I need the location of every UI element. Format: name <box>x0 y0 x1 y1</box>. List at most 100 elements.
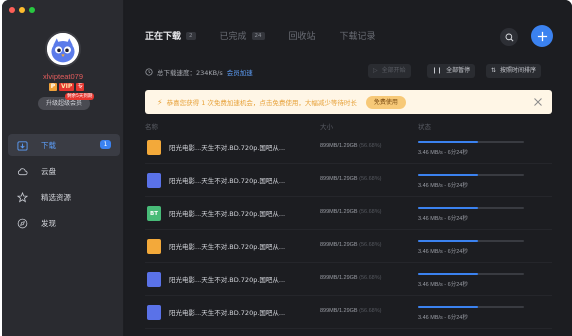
size-text: 899MB/1.29GB <box>320 308 358 314</box>
file-name: 阳光电影...天生不对.BD.720p.国吧从... <box>169 309 286 317</box>
compass-icon <box>17 218 28 229</box>
tab-downloading[interactable]: 正在下载 2 <box>145 29 196 42</box>
progress-fill <box>418 273 479 275</box>
size-text: 899MB/1.29GB <box>320 242 358 248</box>
percent-text: (56.68%) <box>359 176 382 182</box>
zoom-window-button[interactable] <box>29 7 35 13</box>
download-icon <box>17 140 28 151</box>
column-size-header[interactable]: 大小 <box>320 121 333 131</box>
sort-icon: ⇅ <box>491 67 497 74</box>
sidebar-item-label: 云盘 <box>41 166 56 176</box>
vip-badges: P VIP 专 <box>49 83 85 91</box>
download-row[interactable]: 阳光电影...天生不对.BD.720p.国吧从... 899MB/1.29GB (… <box>145 131 552 164</box>
download-row[interactable]: 阳光电影...天生不对.BD.720p.国吧从... 899MB/1.29GB (… <box>145 296 552 329</box>
file-size: 899MB/1.29GB (56.68%) <box>320 275 381 281</box>
progress-bar <box>418 207 524 209</box>
sidebar: xlvipteat079 P VIP 专 升级超级会员 剩余5天到期 下载 1 … <box>2 0 124 336</box>
file-name: 阳光电影...天生不对.BD.720p.国吧从... <box>169 276 286 284</box>
percent-text: (56.68%) <box>359 275 382 281</box>
file-size: 899MB/1.29GB (56.68%) <box>320 242 381 248</box>
sort-button[interactable]: ⇅ 按照时间排序 <box>486 64 542 78</box>
search-button[interactable] <box>500 28 518 46</box>
speed-remaining-text: 3.46 MB/s - 6分24秒 <box>418 282 468 288</box>
progress-fill <box>418 141 479 143</box>
file-name: 阳光电影...天生不对.BD.720p.国吧从... <box>169 210 286 218</box>
progress-fill <box>418 207 479 209</box>
username[interactable]: xlvipteat079 <box>2 72 124 81</box>
close-icon[interactable] <box>533 97 543 107</box>
lightning-icon: ⚡ <box>157 97 163 107</box>
speed-remaining-text: 3.46 MB/s - 6分24秒 <box>418 249 468 255</box>
folder-file-icon <box>147 239 161 254</box>
speed-remaining-text: 3.46 MB/s - 6分24秒 <box>418 150 468 156</box>
sidebar-item-download[interactable]: 下载 1 <box>8 134 120 156</box>
cloud-icon <box>17 166 28 177</box>
progress-bar <box>418 240 524 242</box>
sidebar-item-featured[interactable]: 精选资源 <box>8 186 120 208</box>
pause-icon: ❙❙ <box>432 67 443 74</box>
progress-bar <box>418 141 524 143</box>
minimize-window-button[interactable] <box>19 7 25 13</box>
download-list: 阳光电影...天生不对.BD.720p.国吧从... 899MB/1.29GB (… <box>145 131 552 329</box>
pause-all-button[interactable]: ❙❙ 全部暂停 <box>427 64 476 78</box>
speed-remaining-text: 3.46 MB/s - 6分24秒 <box>418 216 468 222</box>
size-text: 899MB/1.29GB <box>320 143 358 149</box>
sidebar-nav: 下载 1 云盘 精选资源 发现 <box>8 134 120 238</box>
percent-text: (56.68%) <box>359 308 382 314</box>
tab-download-history[interactable]: 下载记录 <box>340 29 376 42</box>
speed-remaining-text: 3.46 MB/s - 6分24秒 <box>418 315 468 321</box>
column-status-header[interactable]: 状态 <box>418 121 431 131</box>
start-all-label: 全部开始 <box>381 67 406 74</box>
vip-accelerate-link[interactable]: 会员加速 <box>227 67 253 77</box>
tab-label: 已完成 <box>219 32 247 42</box>
progress-bar <box>418 306 524 308</box>
download-count-badge: 1 <box>100 140 111 149</box>
video-file-icon <box>147 173 161 188</box>
plus-icon <box>537 31 547 41</box>
file-name: 阳光电影...天生不对.BD.720p.国吧从... <box>169 144 286 152</box>
vip-badge: VIP <box>59 83 75 91</box>
play-icon: ▷ <box>373 67 378 74</box>
promo-notice: ⚡ 恭喜您获得 1 次免费加速机会，点击免费使用，大幅减少等待时长 免费使用 <box>145 90 552 114</box>
special-badge: 专 <box>76 83 85 91</box>
column-name-header[interactable]: 名称 <box>145 121 158 131</box>
video-file-icon <box>147 272 161 287</box>
new-download-button[interactable] <box>531 25 553 47</box>
sidebar-item-label: 发现 <box>41 218 56 228</box>
star-icon <box>17 191 28 203</box>
download-row[interactable]: 阳光电影...天生不对.BD.720p.国吧从... 899MB/1.29GB (… <box>145 263 552 296</box>
tab-bar: 正在下载 2 已完成 24 回收站 下载记录 <box>145 29 400 42</box>
sidebar-item-discover[interactable]: 发现 <box>8 212 120 234</box>
app-window: xlvipteat079 P VIP 专 升级超级会员 剩余5天到期 下载 1 … <box>2 0 572 336</box>
tab-recycle-bin[interactable]: 回收站 <box>289 29 316 42</box>
size-text: 899MB/1.29GB <box>320 275 358 281</box>
percent-text: (56.68%) <box>359 143 382 149</box>
video-file-icon <box>147 305 161 320</box>
free-use-button[interactable]: 免费使用 <box>365 95 406 109</box>
close-window-button[interactable] <box>9 7 15 13</box>
download-row[interactable]: 阳光电影...天生不对.BD.720p.国吧从... 899MB/1.29GB (… <box>145 230 552 263</box>
download-row[interactable]: BT 阳光电影...天生不对.BD.720p.国吧从... 899MB/1.29GB… <box>145 197 552 230</box>
sidebar-item-cloud[interactable]: 云盘 <box>8 160 120 182</box>
pause-all-label: 全部暂停 <box>446 67 471 74</box>
speed-remaining-text: 3.46 MB/s - 6分24秒 <box>418 183 468 189</box>
progress-bar <box>418 174 524 176</box>
speed-gauge-icon <box>145 68 153 76</box>
start-all-button[interactable]: ▷ 全部开始 <box>368 64 411 78</box>
tab-label: 下载记录 <box>339 32 376 42</box>
tab-label: 回收站 <box>288 32 316 42</box>
total-speed-text: 总下载速度：234KB/s <box>157 69 223 77</box>
file-size: 899MB/1.29GB (56.68%) <box>320 143 381 149</box>
size-text: 899MB/1.29GB <box>320 176 358 182</box>
folder-file-icon <box>147 140 161 155</box>
sidebar-item-label: 下载 <box>41 140 56 150</box>
search-icon <box>505 33 513 41</box>
avatar[interactable] <box>45 31 81 67</box>
file-size: 899MB/1.29GB (56.68%) <box>320 308 381 314</box>
tab-completed[interactable]: 已完成 24 <box>220 29 265 42</box>
sort-label: 按照时间排序 <box>500 67 537 74</box>
tab-label: 正在下载 <box>145 32 182 42</box>
points-badge: P <box>49 83 57 91</box>
bird-mascot-icon <box>47 33 79 65</box>
download-row[interactable]: 阳光电影...天生不对.BD.720p.国吧从... 899MB/1.29GB (… <box>145 164 552 197</box>
